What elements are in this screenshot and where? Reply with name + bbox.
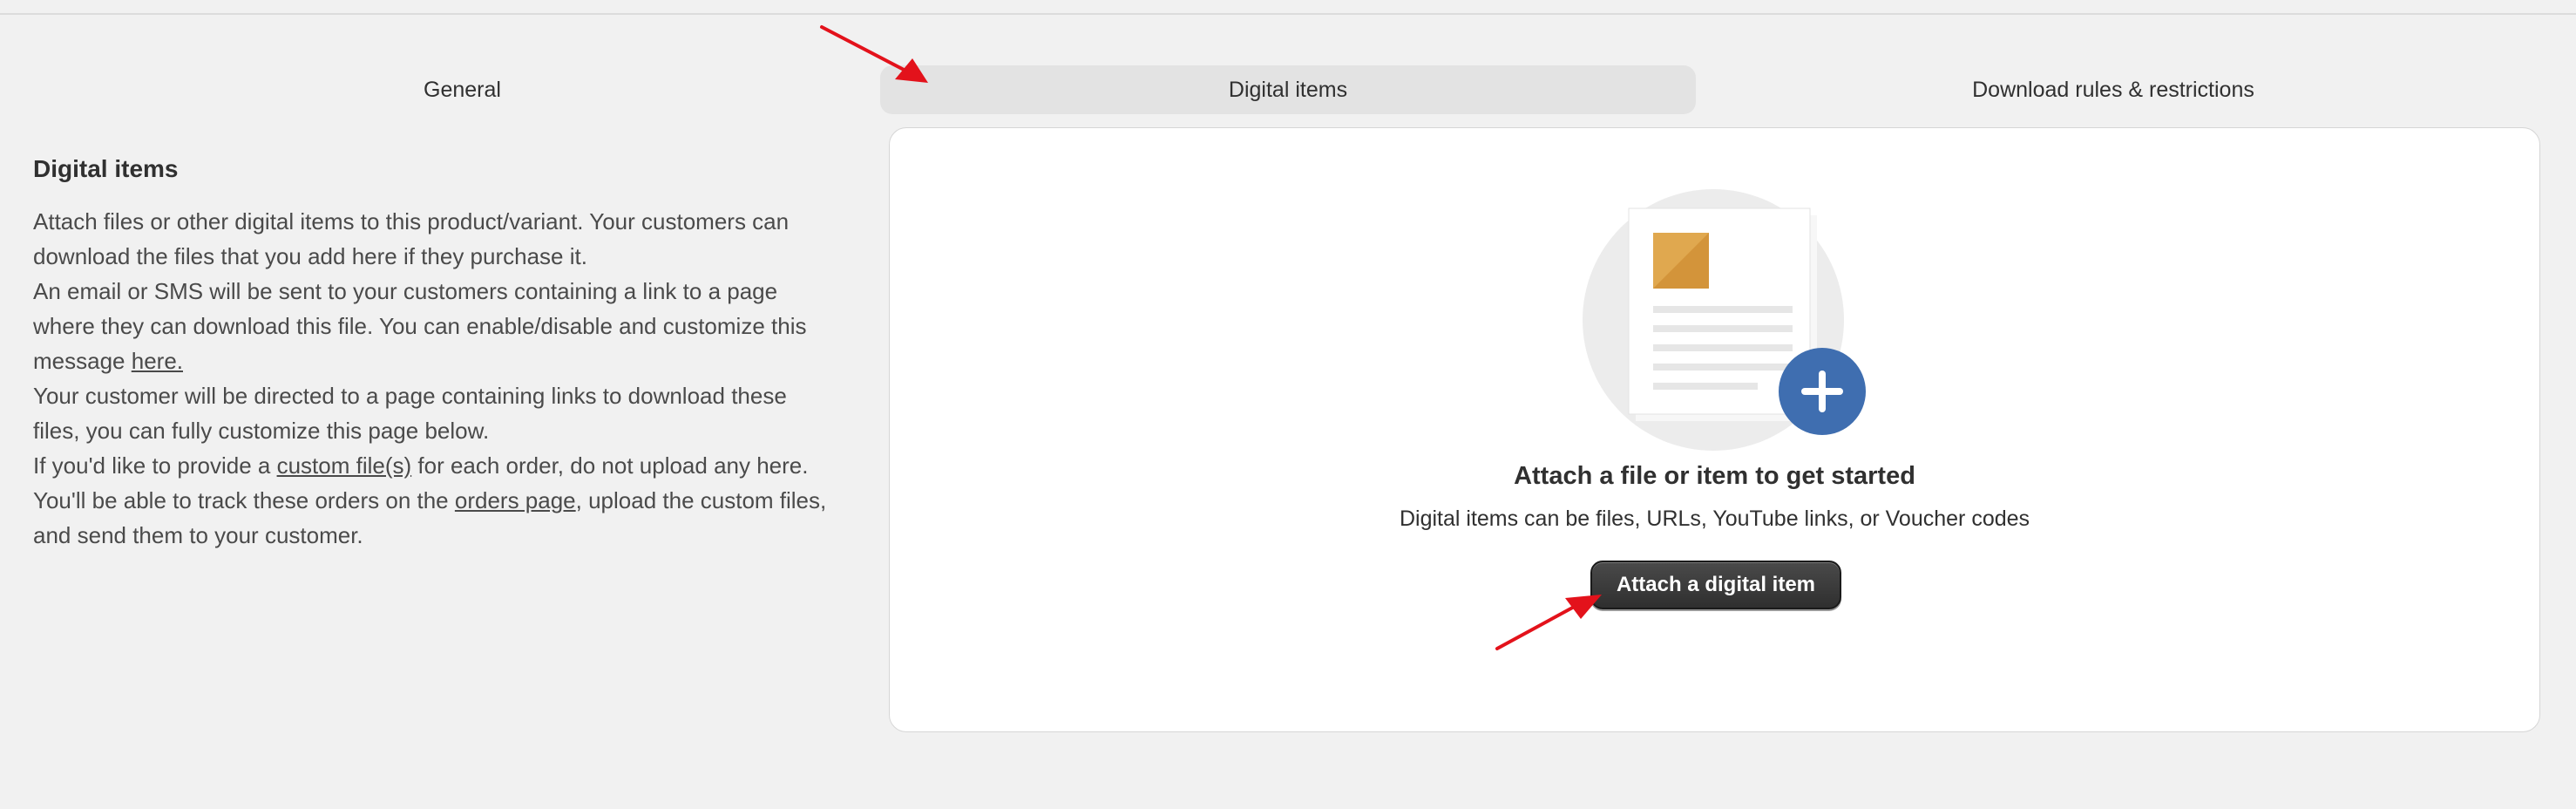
empty-state-subtitle: Digital items can be files, URLs, YouTub… xyxy=(1399,506,2030,531)
description-paragraph-4: If you'd like to provide a custom file(s… xyxy=(33,452,827,548)
orders-page-link[interactable]: orders page xyxy=(455,487,576,513)
description-paragraph-2: An email or SMS will be sent to your cus… xyxy=(33,278,807,374)
custom-files-link[interactable]: custom file(s) xyxy=(277,452,412,479)
empty-state-title: Attach a file or item to get started xyxy=(1514,462,1915,490)
document-plus-icon xyxy=(1583,189,1866,451)
customize-message-link[interactable]: here. xyxy=(132,348,183,374)
section-title: Digital items xyxy=(33,155,179,182)
tab-digital-items[interactable]: Digital items xyxy=(880,65,1696,114)
attach-digital-item-button[interactable]: Attach a digital item xyxy=(1590,561,1841,609)
section-description: Attach files or other digital items to t… xyxy=(33,204,835,553)
top-divider xyxy=(0,13,2576,15)
annotation-arrow-icon xyxy=(820,25,928,83)
description-paragraph-1: Attach files or other digital items to t… xyxy=(33,208,790,269)
tab-download-rules[interactable]: Download rules & restrictions xyxy=(1691,65,2536,114)
digital-items-card: Attach a file or item to get started Dig… xyxy=(889,127,2540,732)
description-paragraph-3: Your customer will be directed to a page… xyxy=(33,383,787,444)
annotation-arrow-icon xyxy=(1495,595,1602,650)
tab-general[interactable]: General xyxy=(33,65,891,114)
